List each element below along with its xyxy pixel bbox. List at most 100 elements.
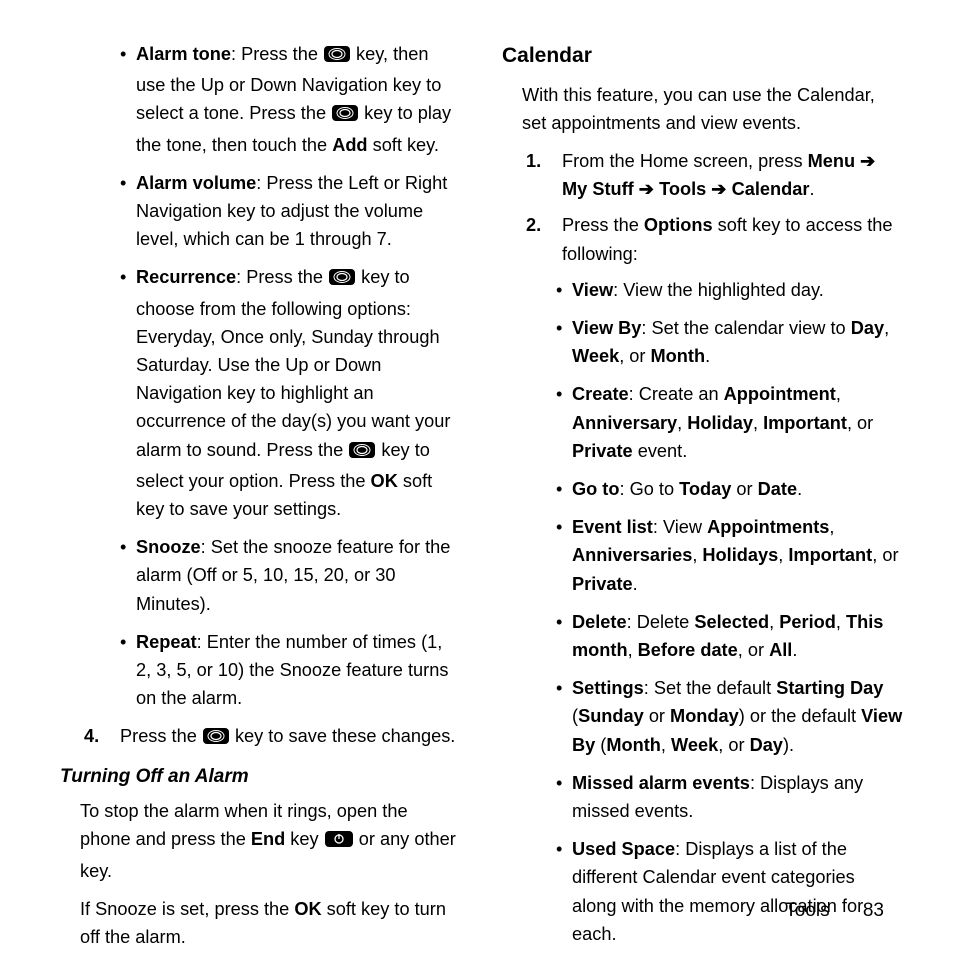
end-key-icon bbox=[324, 828, 354, 856]
period-label: Period bbox=[779, 612, 836, 632]
appointment-label: Appointment bbox=[724, 384, 836, 404]
opt-event-list: Event list: View Appointments, Anniversa… bbox=[556, 513, 904, 598]
opt-settings: Settings: Set the default Starting Day (… bbox=[556, 674, 904, 759]
text: : Press the bbox=[236, 267, 328, 287]
bullet-alarm-volume: Alarm volume: Press the Left or Right Na… bbox=[120, 169, 462, 254]
text: , or bbox=[872, 545, 898, 565]
important-label: Important bbox=[763, 413, 847, 433]
ok-key-icon bbox=[328, 266, 356, 294]
page-footer: Tools 83 bbox=[785, 900, 884, 922]
text: Press the bbox=[120, 726, 202, 746]
step-2: 2. Press the Options soft key to access … bbox=[526, 211, 904, 267]
ok-label: OK bbox=[371, 471, 398, 491]
text: . bbox=[797, 479, 802, 499]
label: Create bbox=[572, 384, 629, 404]
monday-label: Monday bbox=[670, 706, 739, 726]
label: Used Space bbox=[572, 839, 675, 859]
text: , bbox=[769, 612, 779, 632]
text: key bbox=[285, 829, 323, 849]
opt-goto: Go to: Go to Today or Date. bbox=[556, 475, 904, 503]
text: : View the highlighted day. bbox=[613, 280, 824, 300]
left-column: Alarm tone: Press the key, then use the … bbox=[60, 40, 462, 934]
paragraph: To stop the alarm when it rings, open th… bbox=[80, 797, 462, 885]
text: or bbox=[731, 479, 757, 499]
opt-missed: Missed alarm events: Displays any missed… bbox=[556, 769, 904, 825]
options-label: Options bbox=[644, 215, 713, 235]
text: Press the bbox=[562, 215, 644, 235]
text: : Go to bbox=[619, 479, 679, 499]
label: Delete bbox=[572, 612, 627, 632]
day-label: Day bbox=[750, 735, 783, 755]
text: , bbox=[829, 517, 834, 537]
text: , bbox=[661, 735, 671, 755]
section-name: Tools bbox=[785, 900, 829, 921]
text: : Create an bbox=[629, 384, 724, 404]
label: Event list bbox=[572, 517, 653, 537]
end-label: End bbox=[251, 829, 285, 849]
holiday-label: Holiday bbox=[687, 413, 753, 433]
text: . bbox=[705, 346, 710, 366]
text: or bbox=[644, 706, 670, 726]
private-label: Private bbox=[572, 441, 633, 461]
opt-create: Create: Create an Appointment, Anniversa… bbox=[556, 380, 904, 465]
text: , bbox=[628, 640, 638, 660]
important-label: Important bbox=[788, 545, 872, 565]
text: : Delete bbox=[627, 612, 695, 632]
text: key to choose from the following options… bbox=[136, 267, 450, 459]
anniversaries-label: Anniversaries bbox=[572, 545, 692, 565]
calendar-label: Calendar bbox=[732, 179, 810, 199]
text: , or bbox=[619, 346, 650, 366]
text: , or bbox=[847, 413, 873, 433]
label: View bbox=[572, 280, 613, 300]
text: , bbox=[753, 413, 763, 433]
text: , or bbox=[738, 640, 769, 660]
text: . bbox=[809, 179, 814, 199]
appointments-label: Appointments bbox=[707, 517, 829, 537]
text: : Press the bbox=[231, 44, 323, 64]
month-label: Month bbox=[606, 735, 661, 755]
text: , or bbox=[718, 735, 749, 755]
step-number: 2. bbox=[526, 211, 541, 239]
text: event. bbox=[633, 441, 688, 461]
selected-label: Selected bbox=[694, 612, 769, 632]
step-number: 1. bbox=[526, 147, 541, 175]
heading-calendar: Calendar bbox=[502, 40, 904, 73]
today-label: Today bbox=[679, 479, 731, 499]
arrow-icon: ➔ bbox=[855, 151, 875, 171]
text: From the Home screen, press bbox=[562, 151, 808, 171]
text: : Set the default bbox=[644, 678, 776, 698]
intro-paragraph: With this feature, you can use the Calen… bbox=[522, 81, 904, 137]
ok-key-icon bbox=[348, 439, 376, 467]
page-number: 83 bbox=[863, 900, 884, 921]
text: . bbox=[633, 574, 638, 594]
text: , bbox=[677, 413, 687, 433]
opt-used-space: Used Space: Displays a list of the diffe… bbox=[556, 835, 904, 948]
day-label: Day bbox=[851, 318, 884, 338]
text: ). bbox=[783, 735, 794, 755]
week-label: Week bbox=[572, 346, 619, 366]
private-label: Private bbox=[572, 574, 633, 594]
step-number: 4. bbox=[84, 722, 99, 750]
label: Snooze bbox=[136, 537, 201, 557]
add-label: Add bbox=[332, 135, 367, 155]
date-label: Date bbox=[758, 479, 797, 499]
arrow-icon: ➔ bbox=[706, 179, 731, 199]
startingday-label: Starting Day bbox=[776, 678, 883, 698]
step-1: 1. From the Home screen, press Menu ➔ My… bbox=[526, 147, 904, 203]
opt-view-by: View By: Set the calendar view to Day, W… bbox=[556, 314, 904, 370]
step-4: 4. Press the key to save these changes. bbox=[84, 722, 462, 753]
text: , bbox=[884, 318, 889, 338]
ok-label: OK bbox=[294, 899, 321, 919]
text: . bbox=[792, 640, 797, 660]
text: soft key. bbox=[368, 135, 439, 155]
bullet-recurrence: Recurrence: Press the key to choose from… bbox=[120, 263, 462, 523]
tools-label: Tools bbox=[659, 179, 706, 199]
text: key to save these changes. bbox=[230, 726, 455, 746]
ok-key-icon bbox=[323, 43, 351, 71]
opt-delete: Delete: Delete Selected, Period, This mo… bbox=[556, 608, 904, 664]
arrow-icon: ➔ bbox=[634, 179, 659, 199]
text: : View bbox=[653, 517, 707, 537]
beforedate-label: Before date bbox=[638, 640, 738, 660]
label: Settings bbox=[572, 678, 644, 698]
mystuff-label: My Stuff bbox=[562, 179, 634, 199]
